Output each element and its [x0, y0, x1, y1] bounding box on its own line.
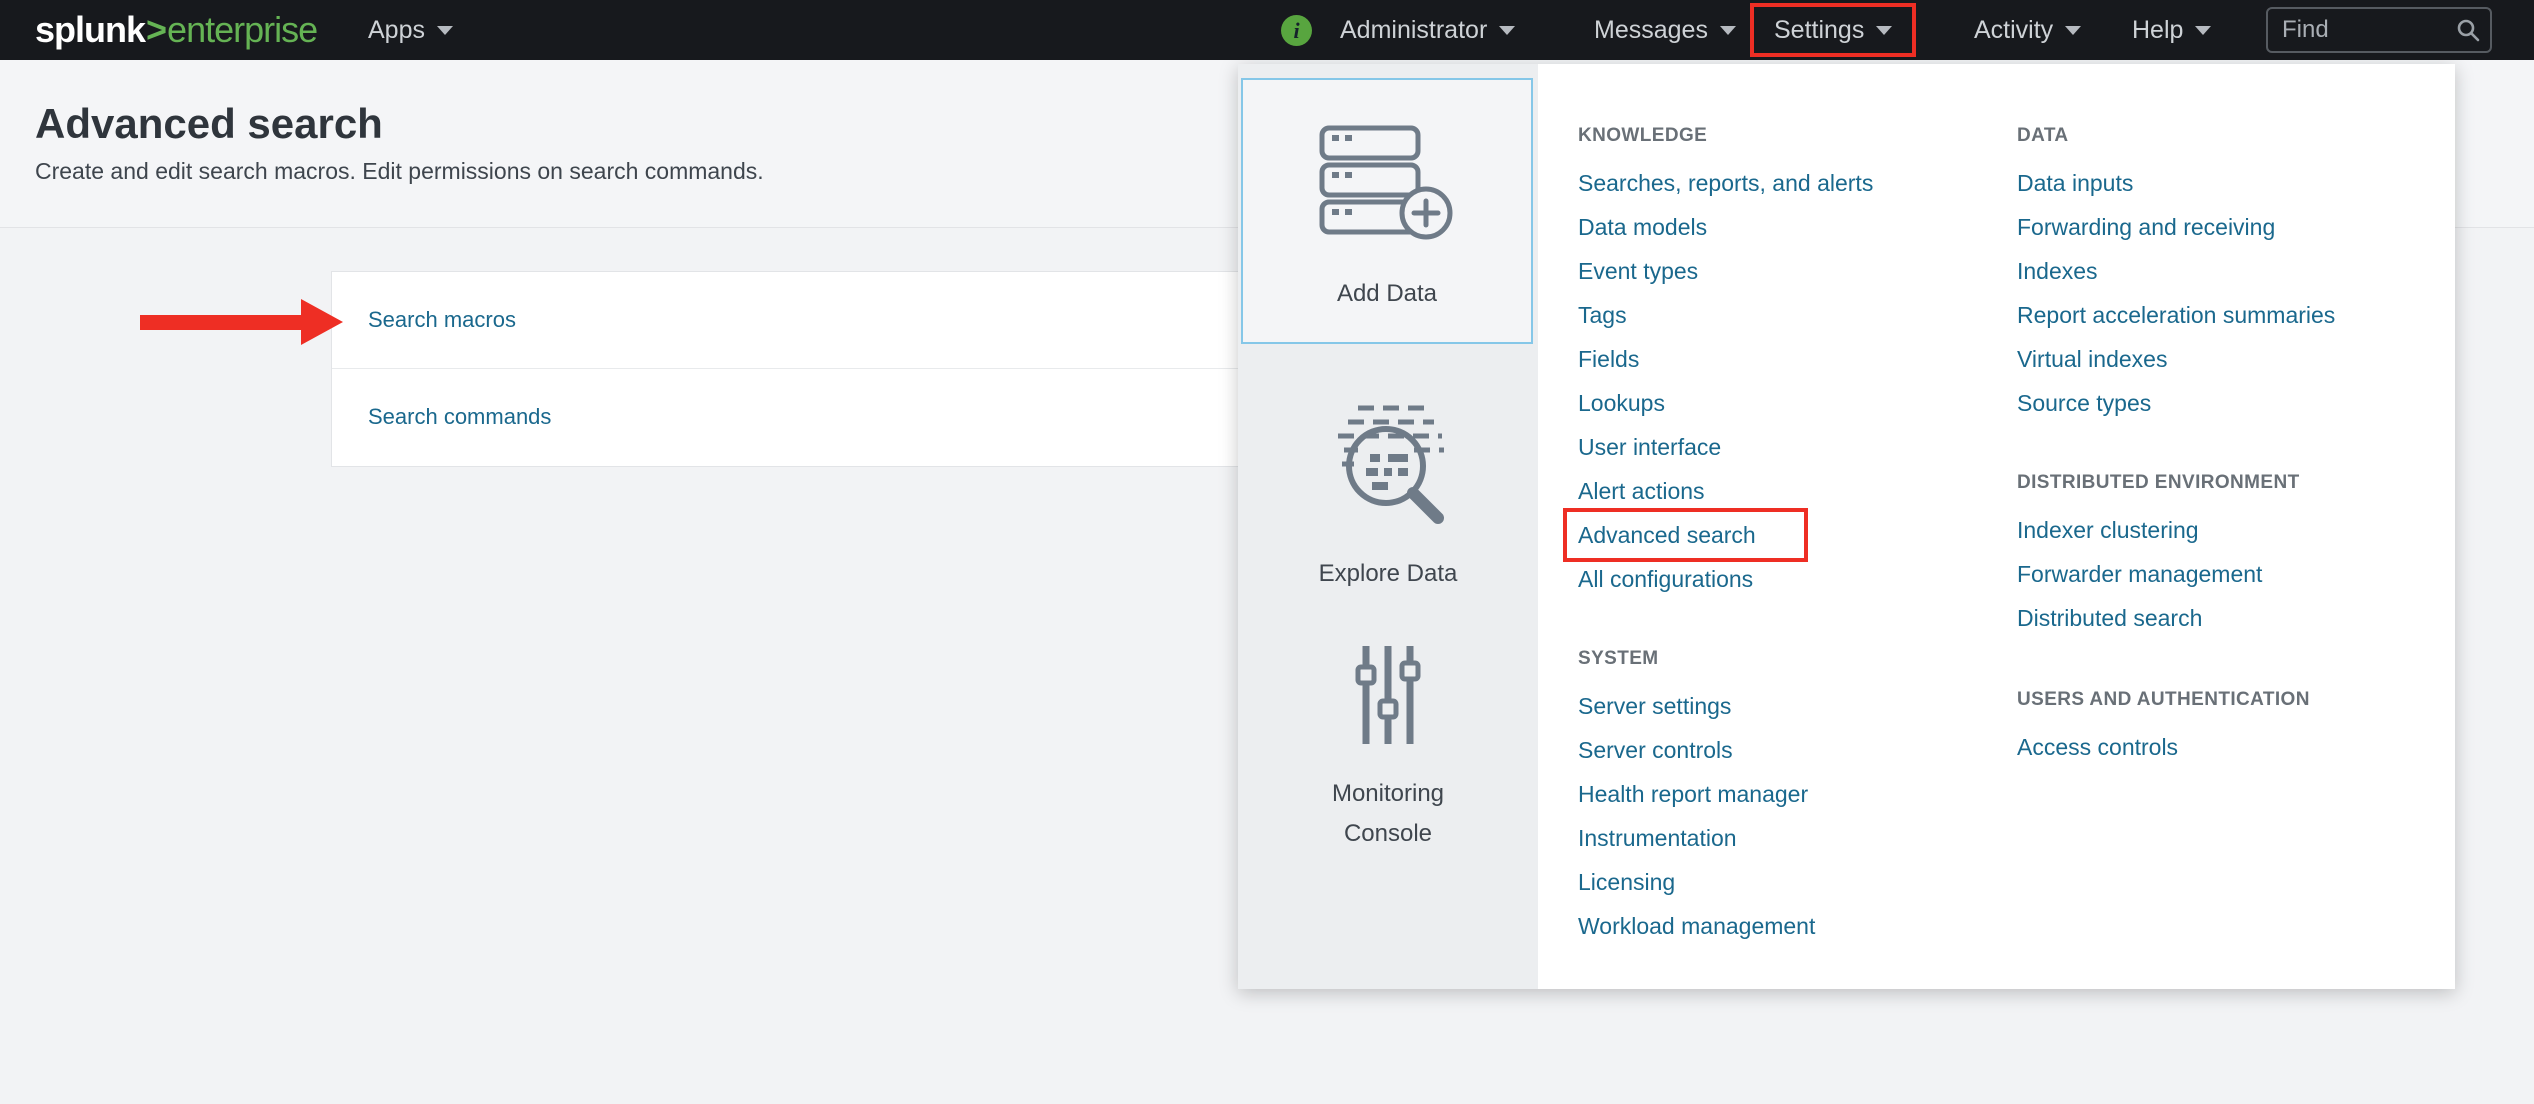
- chevron-down-icon: [2195, 26, 2211, 35]
- info-glyph: i: [1293, 18, 1299, 44]
- section-header-knowledge: KNOWLEDGE: [1578, 121, 1998, 151]
- users-links: Access controls: [2017, 725, 2437, 769]
- menu-link-data-inputs[interactable]: Data inputs: [2017, 161, 2437, 205]
- add-data-icon: [1318, 124, 1456, 242]
- logo-gt: >: [145, 9, 167, 51]
- red-arrow-annotation: [140, 315, 303, 330]
- chevron-down-icon: [1876, 26, 1892, 35]
- monitoring-console-item[interactable]: Monitoring Console: [1238, 643, 1538, 854]
- apps-label: Apps: [368, 16, 425, 45]
- messages-menu[interactable]: Messages: [1594, 0, 1736, 60]
- menu-link-indexes[interactable]: Indexes: [2017, 249, 2437, 293]
- menu-link-alert-actions[interactable]: Alert actions: [1578, 469, 1998, 513]
- menu-link-workload-management[interactable]: Workload management: [1578, 904, 1998, 948]
- menu-column-knowledge-system: KNOWLEDGE Searches, reports, and alerts …: [1578, 64, 1998, 948]
- settings-menu-highlighted[interactable]: Settings: [1750, 3, 1916, 57]
- menu-link-forwarding-and-receiving[interactable]: Forwarding and receiving: [2017, 205, 2437, 249]
- menu-link-access-controls[interactable]: Access controls: [2017, 725, 2437, 769]
- administrator-menu[interactable]: Administrator: [1340, 0, 1515, 60]
- menu-link-source-types[interactable]: Source types: [2017, 381, 2437, 425]
- explore-data-label: Explore Data: [1319, 554, 1458, 594]
- menu-link-user-interface[interactable]: User interface: [1578, 425, 1998, 469]
- menu-link-licensing[interactable]: Licensing: [1578, 860, 1998, 904]
- distributed-links: Indexer clustering Forwarder management …: [2017, 508, 2437, 640]
- section-header-users-and-authentication: USERS AND AUTHENTICATION: [2017, 685, 2437, 715]
- topbar: splunk>enterprise Apps i Administrator M…: [0, 0, 2534, 60]
- system-links: Server settings Server controls Health r…: [1578, 684, 1998, 948]
- menu-icon-column: Add Data: [1238, 64, 1538, 989]
- explore-data-icon: [1318, 400, 1458, 532]
- activity-label: Activity: [1974, 16, 2053, 45]
- menu-link-distributed-search[interactable]: Distributed search: [2017, 596, 2437, 640]
- chevron-down-icon: [437, 26, 453, 35]
- explore-data-item[interactable]: Explore Data: [1238, 400, 1538, 594]
- help-label: Help: [2132, 16, 2183, 45]
- menu-link-indexer-clustering[interactable]: Indexer clustering: [2017, 508, 2437, 552]
- splunk-enterprise-screen: splunk>enterprise Apps i Administrator M…: [0, 0, 2534, 1104]
- administrator-label: Administrator: [1340, 16, 1487, 45]
- menu-link-health-report-manager[interactable]: Health report manager: [1578, 772, 1998, 816]
- chevron-down-icon: [2065, 26, 2081, 35]
- find-input[interactable]: [2266, 7, 2492, 53]
- menu-link-lookups[interactable]: Lookups: [1578, 381, 1998, 425]
- menu-link-searches-reports-alerts[interactable]: Searches, reports, and alerts: [1578, 161, 1998, 205]
- data-links: Data inputs Forwarding and receiving Ind…: [2017, 161, 2437, 425]
- menu-link-report-acceleration-summaries[interactable]: Report acceleration summaries: [2017, 293, 2437, 337]
- menu-link-server-settings[interactable]: Server settings: [1578, 684, 1998, 728]
- knowledge-links: Searches, reports, and alerts Data model…: [1578, 161, 1998, 601]
- menu-link-event-types[interactable]: Event types: [1578, 249, 1998, 293]
- help-menu[interactable]: Help: [2132, 0, 2211, 60]
- menu-link-server-controls[interactable]: Server controls: [1578, 728, 1998, 772]
- logo-brand: splunk: [35, 9, 145, 51]
- section-header-distributed-environment: DISTRIBUTED ENVIRONMENT: [2017, 468, 2437, 498]
- splunk-logo[interactable]: splunk>enterprise: [35, 0, 317, 60]
- messages-label: Messages: [1594, 16, 1708, 45]
- menu-link-forwarder-management[interactable]: Forwarder management: [2017, 552, 2437, 596]
- section-header-system: SYSTEM: [1578, 644, 1998, 674]
- settings-dropdown-menu: Add Data: [1238, 64, 2455, 989]
- monitoring-console-icon: [1355, 643, 1421, 747]
- logo-product: enterprise: [167, 9, 317, 51]
- info-icon[interactable]: i: [1281, 15, 1312, 46]
- menu-link-tags[interactable]: Tags: [1578, 293, 1998, 337]
- find-search: [2266, 7, 2492, 53]
- add-data-tile[interactable]: Add Data: [1241, 78, 1533, 344]
- menu-link-fields[interactable]: Fields: [1578, 337, 1998, 381]
- menu-link-data-models[interactable]: Data models: [1578, 205, 1998, 249]
- menu-link-all-configurations[interactable]: All configurations: [1578, 557, 1998, 601]
- settings-label: Settings: [1774, 16, 1864, 45]
- apps-menu[interactable]: Apps: [368, 0, 453, 60]
- monitoring-console-label: Monitoring Console: [1303, 774, 1473, 854]
- chevron-down-icon: [1499, 26, 1515, 35]
- menu-link-virtual-indexes[interactable]: Virtual indexes: [2017, 337, 2437, 381]
- section-header-data: DATA: [2017, 121, 2437, 151]
- add-data-label: Add Data: [1337, 274, 1437, 314]
- chevron-down-icon: [1720, 26, 1736, 35]
- menu-link-instrumentation[interactable]: Instrumentation: [1578, 816, 1998, 860]
- red-arrow-head: [301, 299, 343, 345]
- menu-column-data-distributed-users: DATA Data inputs Forwarding and receivin…: [2017, 64, 2437, 769]
- advanced-search-label: Advanced search: [1578, 522, 1756, 548]
- activity-menu[interactable]: Activity: [1974, 0, 2081, 60]
- menu-link-advanced-search-highlighted[interactable]: Advanced search: [1578, 513, 1998, 557]
